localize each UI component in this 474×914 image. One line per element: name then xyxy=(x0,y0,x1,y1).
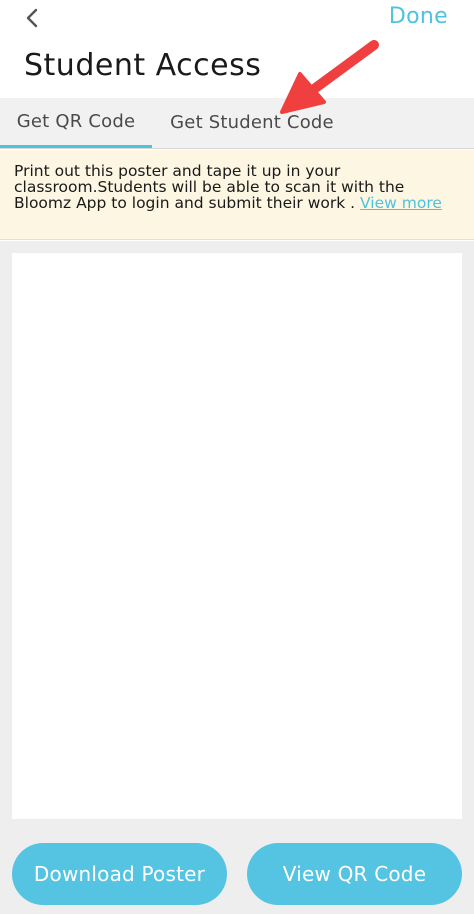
tab-get-student-code[interactable]: Get Student Code xyxy=(152,98,352,146)
view-more-link[interactable]: View more xyxy=(360,194,442,212)
poster-area xyxy=(0,241,474,833)
chevron-left-icon xyxy=(26,8,38,28)
done-button[interactable]: Done xyxy=(389,4,448,29)
bottom-action-bar: Download Poster View QR Code xyxy=(0,833,474,914)
info-text: Print out this poster and tape it up in … xyxy=(14,162,405,212)
page-title: Student Access xyxy=(24,48,262,83)
tab-get-qr-code[interactable]: Get QR Code xyxy=(0,98,152,148)
view-qr-code-button[interactable]: View QR Code xyxy=(247,843,462,905)
download-poster-button[interactable]: Download Poster xyxy=(12,843,227,905)
poster-preview xyxy=(12,253,462,819)
tab-bar: Get QR Code Get Student Code xyxy=(0,98,474,149)
top-bar: Done xyxy=(0,0,474,40)
info-banner: Print out this poster and tape it up in … xyxy=(0,150,474,240)
student-access-screen: Done Student Access Get QR Code Get Stud… xyxy=(0,0,474,914)
back-button[interactable] xyxy=(18,4,46,32)
